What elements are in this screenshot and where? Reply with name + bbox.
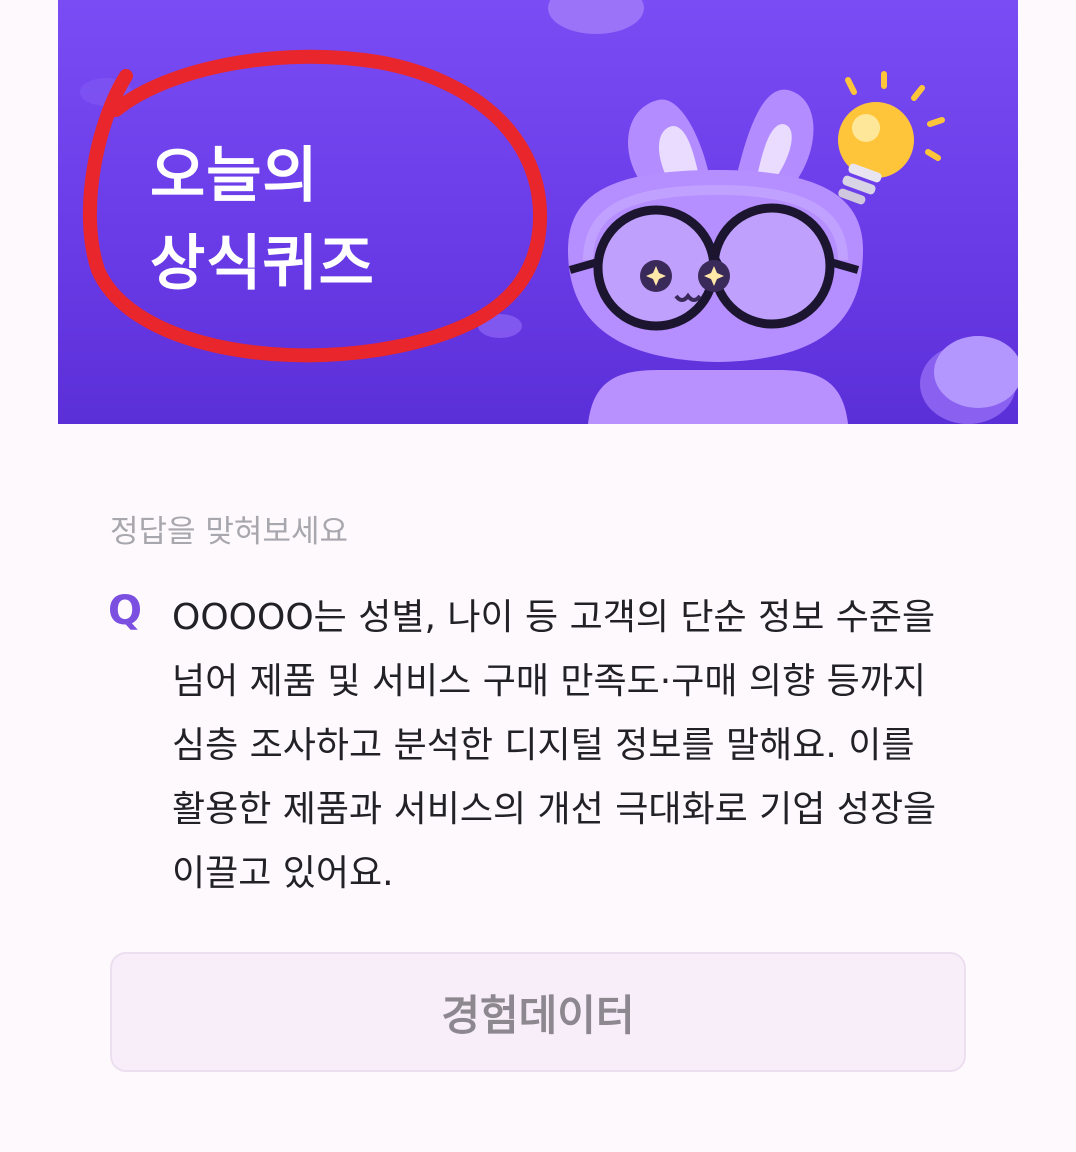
quiz-prompt: 정답을 맞혀보세요 xyxy=(110,514,349,550)
answer-button[interactable]: 경험데이터 xyxy=(110,952,966,1072)
rabbit-mascot-icon xyxy=(568,89,863,424)
question-label: Q xyxy=(108,588,143,634)
coin-icon xyxy=(920,336,1018,424)
question-line: 활용한 제품과 서비스의 개선 극대화로 기업 성장을 xyxy=(172,789,937,830)
lightbulb-icon xyxy=(838,71,945,205)
question-line: 이끌고 있어요. xyxy=(172,853,394,894)
question-line: 넘어 제품 및 서비스 구매 만족도·구매 의향 등까지 xyxy=(172,661,926,702)
banner-title: 오늘의 상식퀴즈 xyxy=(150,132,375,308)
question-line: 심층 조사하고 분석한 디지털 정보를 말해요. 이를 xyxy=(172,725,915,766)
question-line: OOOOO는 성별, 나이 등 고객의 단순 정보 수준을 xyxy=(172,597,936,638)
question-text: OOOOO는 성별, 나이 등 고객의 단순 정보 수준을 넘어 제품 및 서비… xyxy=(172,586,972,906)
quiz-banner: 오늘의 상식퀴즈 xyxy=(58,0,1018,424)
banner-title-line2: 상식퀴즈 xyxy=(150,229,375,299)
quiz-page: 오늘의 상식퀴즈 정답을 맞혀보세요 Q OOOOO는 성별, 나이 등 고객의… xyxy=(0,0,1076,1152)
banner-title-line1: 오늘의 xyxy=(150,141,319,211)
